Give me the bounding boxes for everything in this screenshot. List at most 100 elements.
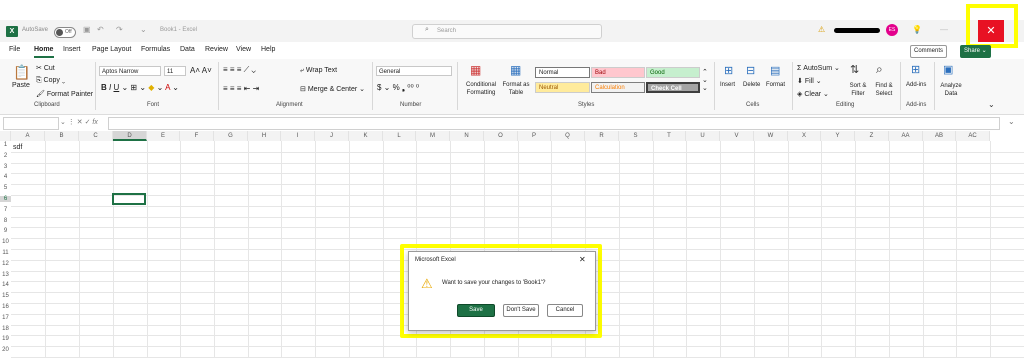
row-header[interactable]: 14	[0, 282, 11, 288]
column-header[interactable]: E	[147, 131, 180, 141]
share-button[interactable]: Share ⌄	[960, 45, 991, 58]
undo-icon[interactable]: ↶	[97, 25, 104, 34]
column-header[interactable]: F	[180, 131, 214, 141]
row-header[interactable]: 9	[0, 228, 11, 234]
styles-gallery-scroll[interactable]: ⌃ ⌄ ⌄	[702, 68, 708, 92]
row-header[interactable]: 20	[0, 347, 11, 353]
insert-cells-button[interactable]: Insert	[720, 82, 735, 88]
autosum-button[interactable]: Σ AutoSum ⌄	[797, 64, 840, 72]
style-good[interactable]: Good	[646, 67, 700, 78]
row-header[interactable]: 11	[0, 250, 11, 256]
cancel-button[interactable]: Cancel	[547, 304, 583, 317]
column-header[interactable]: W	[754, 131, 788, 141]
conditional-formatting-button[interactable]: Conditional Formatting	[461, 81, 501, 97]
formula-bar-controls[interactable]: ⌄ ⋮ ✕ ✓ fx	[60, 118, 98, 126]
save-button[interactable]: Save	[457, 304, 495, 317]
column-header[interactable]: L	[383, 131, 416, 141]
customize-icon[interactable]: ⌄	[140, 25, 147, 34]
column-header[interactable]: M	[416, 131, 450, 141]
column-header[interactable]: Y	[821, 131, 855, 141]
column-header[interactable]: Z	[855, 131, 889, 141]
collapse-ribbon-icon[interactable]: ⌄	[988, 100, 995, 109]
fill-button[interactable]: ⬇ Fill ⌄	[797, 77, 822, 85]
font-size-buttons[interactable]: A˄ A˅	[190, 66, 212, 75]
row-header[interactable]: 3	[0, 164, 11, 170]
font-name-select[interactable]: Aptos Narrow	[99, 66, 161, 76]
column-header[interactable]: B	[45, 131, 79, 141]
column-header[interactable]: AC	[956, 131, 990, 141]
number-format-select[interactable]: General	[376, 66, 452, 76]
tab-review[interactable]: Review	[205, 46, 228, 53]
paste-button[interactable]: Paste	[12, 82, 30, 89]
sort-filter-button[interactable]: Sort & Filter	[846, 82, 870, 98]
analyze-data-button[interactable]: Analyze Data	[939, 82, 963, 98]
column-header[interactable]: O	[484, 131, 518, 141]
autosave-toggle[interactable]: Off	[54, 27, 76, 38]
formula-input[interactable]	[108, 117, 1000, 130]
column-header[interactable]: G	[214, 131, 248, 141]
column-header[interactable]: P	[518, 131, 551, 141]
row-header[interactable]: 5	[0, 185, 11, 191]
find-select-button[interactable]: Find & Select	[871, 82, 897, 98]
selected-cell-d6[interactable]	[112, 193, 146, 205]
font-size-select[interactable]: 11	[164, 66, 186, 76]
row-header[interactable]: 8	[0, 218, 11, 224]
column-header[interactable]: V	[720, 131, 754, 141]
column-header[interactable]: C	[79, 131, 113, 141]
row-header[interactable]: 19	[0, 336, 11, 342]
row-header[interactable]: 13	[0, 272, 11, 278]
expand-formula-icon[interactable]: ⌄	[1008, 117, 1015, 126]
avatar[interactable]: ES	[886, 24, 898, 36]
clear-button[interactable]: ◈ Clear ⌄	[797, 90, 829, 98]
add-ins-button[interactable]: Add-ins	[906, 82, 926, 88]
column-header[interactable]: D	[113, 131, 147, 141]
column-header[interactable]: X	[788, 131, 821, 141]
paste-icon[interactable]: 📋	[13, 64, 30, 81]
row-header[interactable]: 15	[0, 293, 11, 299]
minimize-icon[interactable]: —	[940, 25, 948, 34]
format-as-table-button[interactable]: Format as Table	[501, 81, 531, 97]
horizontal-align-buttons[interactable]: ≡ ≡ ≡ ⇤ ⇥	[223, 84, 259, 93]
column-header[interactable]: AB	[923, 131, 956, 141]
copy-button[interactable]: ⎘ Copy ⌄	[36, 77, 65, 85]
row-header[interactable]: 4	[0, 174, 11, 180]
column-header[interactable]: K	[349, 131, 383, 141]
lightbulb-icon[interactable]: 💡	[912, 25, 922, 34]
row-header[interactable]: 12	[0, 261, 11, 267]
row-header[interactable]: 18	[0, 326, 11, 332]
tab-page-layout[interactable]: Page Layout	[92, 46, 131, 53]
tab-help[interactable]: Help	[261, 46, 275, 53]
name-box[interactable]	[3, 117, 59, 130]
column-header[interactable]: T	[653, 131, 686, 141]
column-header[interactable]: R	[585, 131, 619, 141]
row-header[interactable]: 6	[0, 196, 11, 202]
style-bad[interactable]: Bad	[591, 67, 645, 78]
warning-icon[interactable]: ⚠	[818, 25, 825, 34]
row-header[interactable]: 1	[0, 142, 11, 148]
column-header[interactable]: S	[619, 131, 653, 141]
tab-view[interactable]: View	[236, 46, 251, 53]
save-icon[interactable]: ▣	[83, 25, 91, 34]
search-box[interactable]: ⌕ Search	[412, 24, 602, 39]
row-header[interactable]: 17	[0, 315, 11, 321]
column-header[interactable]: J	[315, 131, 349, 141]
style-check-cell[interactable]: Check Cell	[646, 82, 700, 93]
tab-data[interactable]: Data	[180, 46, 195, 53]
font-format-buttons[interactable]: B I U ⌄ ⊞ ⌄ ◆ ⌄ A ⌄	[101, 83, 179, 92]
column-header[interactable]: I	[281, 131, 315, 141]
wrap-text-button[interactable]: ⤶ Wrap Text	[300, 67, 337, 75]
column-header[interactable]: AA	[889, 131, 923, 141]
cell-a1[interactable]: sdf	[13, 144, 22, 151]
row-header[interactable]: 10	[0, 239, 11, 245]
dont-save-button[interactable]: Don't Save	[503, 304, 539, 317]
column-header[interactable]: H	[248, 131, 281, 141]
vertical-align-buttons[interactable]: ≡ ≡ ≡ ⟋ ⌄	[223, 65, 256, 75]
style-normal[interactable]: Normal	[535, 67, 590, 78]
row-header[interactable]: 2	[0, 153, 11, 159]
column-header[interactable]: N	[450, 131, 484, 141]
style-neutral[interactable]: Neutral	[535, 82, 590, 93]
select-all-corner[interactable]	[0, 131, 11, 141]
tab-formulas[interactable]: Formulas	[141, 46, 170, 53]
merge-center-button[interactable]: ⊟ Merge & Center ⌄	[300, 85, 365, 93]
tab-file[interactable]: File	[9, 46, 20, 53]
